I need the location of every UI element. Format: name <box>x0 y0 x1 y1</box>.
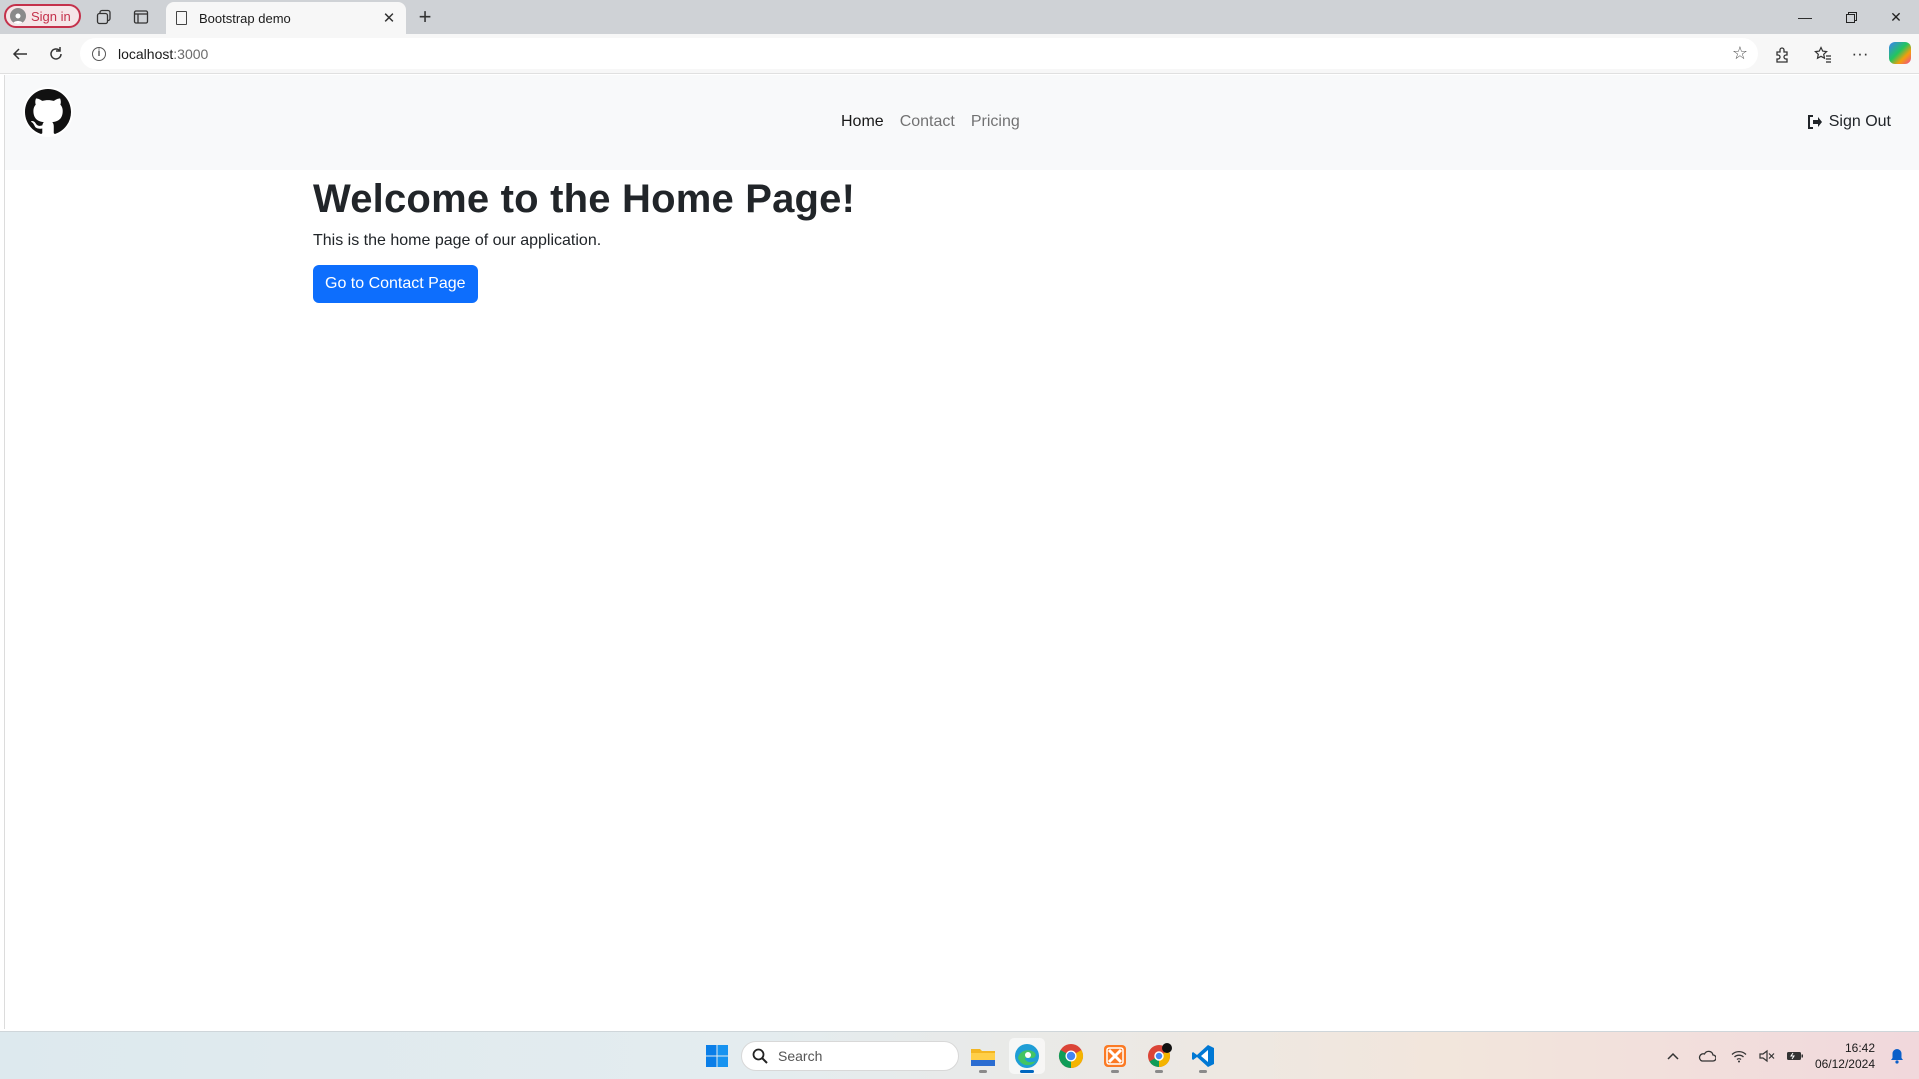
running-indicator <box>1155 1070 1163 1073</box>
system-tray: 16:42 06/12/2024 <box>1659 1032 1919 1079</box>
more-menu-icon[interactable]: ··· <box>1846 40 1874 68</box>
active-indicator <box>1020 1070 1034 1073</box>
restore-icon[interactable] <box>1828 0 1874 34</box>
windows-start-icon[interactable] <box>699 1038 735 1074</box>
url-port: :3000 <box>173 45 209 62</box>
go-to-contact-button[interactable]: Go to Contact Page <box>313 265 478 303</box>
browser-tab-strip: Sign in Bootstrap demo ✕ + — ✕ <box>0 0 1919 34</box>
nav-link-pricing[interactable]: Pricing <box>971 113 1020 131</box>
file-explorer-icon[interactable] <box>965 1038 1001 1074</box>
url-host: localhost <box>118 45 174 62</box>
close-window-icon[interactable]: ✕ <box>1873 0 1919 34</box>
new-tab-icon[interactable]: + <box>412 4 438 30</box>
workspaces-icon[interactable] <box>92 5 116 29</box>
copilot-icon[interactable] <box>1889 42 1911 64</box>
sign-out-label: Sign Out <box>1828 113 1891 130</box>
taskbar: Search 16:42 06/12/2024 <box>0 1031 1919 1079</box>
notification-bell-icon[interactable] <box>1883 1042 1911 1070</box>
tab-bootstrap-demo[interactable]: Bootstrap demo ✕ <box>166 2 406 34</box>
running-indicator <box>1199 1070 1207 1073</box>
clock-date: 06/12/2024 <box>1814 1057 1875 1071</box>
screen: Sign in Bootstrap demo ✕ + — ✕ i localho… <box>0 0 1919 1079</box>
favorites-icon[interactable] <box>1809 40 1837 68</box>
vertical-tabs-icon[interactable] <box>129 5 153 29</box>
wifi-icon[interactable] <box>1725 1042 1753 1070</box>
extensions-icon[interactable] <box>1768 40 1796 68</box>
vscode-icon[interactable] <box>1185 1038 1221 1074</box>
taskbar-search-input[interactable]: Search <box>741 1041 959 1071</box>
clock-time: 16:42 <box>1844 1041 1875 1055</box>
system-clock[interactable]: 16:42 06/12/2024 <box>1815 1040 1875 1072</box>
nav-link-contact[interactable]: Contact <box>900 113 955 131</box>
edge-icon[interactable] <box>1009 1038 1045 1074</box>
page-icon <box>176 11 187 25</box>
browser-toolbar: i localhost:3000 ☆ ··· <box>0 34 1919 74</box>
running-indicator <box>1111 1070 1119 1073</box>
signin-label: Sign in <box>31 8 71 24</box>
xampp-icon[interactable] <box>1097 1038 1133 1074</box>
profile-avatar-icon <box>10 8 26 24</box>
onedrive-icon[interactable] <box>1693 1042 1721 1070</box>
battery-icon[interactable] <box>1781 1042 1809 1070</box>
chrome-profile-icon[interactable] <box>1141 1038 1177 1074</box>
nav-link-home[interactable]: Home <box>841 113 884 131</box>
address-bar[interactable]: i localhost:3000 ☆ <box>80 38 1758 69</box>
minimize-icon[interactable]: — <box>1782 0 1828 34</box>
search-icon <box>752 1048 768 1064</box>
site-info-icon[interactable]: i <box>92 46 106 61</box>
github-icon[interactable] <box>23 87 73 137</box>
main-content: Welcome to the Home Page! This is the ho… <box>313 171 855 303</box>
chrome-icon[interactable] <box>1053 1038 1089 1074</box>
sign-out-icon <box>1807 115 1822 129</box>
favorite-star-icon[interactable]: ☆ <box>1732 43 1748 64</box>
page-subtitle: This is the home page of our application… <box>313 232 602 249</box>
tab-title: Bootstrap demo <box>199 10 291 26</box>
page-viewport: Home Contact Pricing Sign Out Welcome to… <box>4 75 1919 1029</box>
sign-out-link[interactable]: Sign Out <box>1807 113 1891 131</box>
back-arrow-icon[interactable] <box>6 40 34 68</box>
volume-muted-icon[interactable] <box>1753 1042 1781 1070</box>
navbar: Home Contact Pricing Sign Out <box>5 75 1919 170</box>
close-tab-icon[interactable]: ✕ <box>380 9 398 27</box>
search-placeholder: Search <box>778 1048 823 1064</box>
profile-signin-button[interactable]: Sign in <box>4 4 81 28</box>
refresh-icon[interactable] <box>42 40 70 68</box>
nav-links: Home Contact Pricing <box>841 113 1020 131</box>
show-hidden-icons-icon[interactable] <box>1659 1042 1687 1070</box>
page-title: Welcome to the Home Page! <box>313 177 856 221</box>
running-indicator <box>979 1070 987 1073</box>
